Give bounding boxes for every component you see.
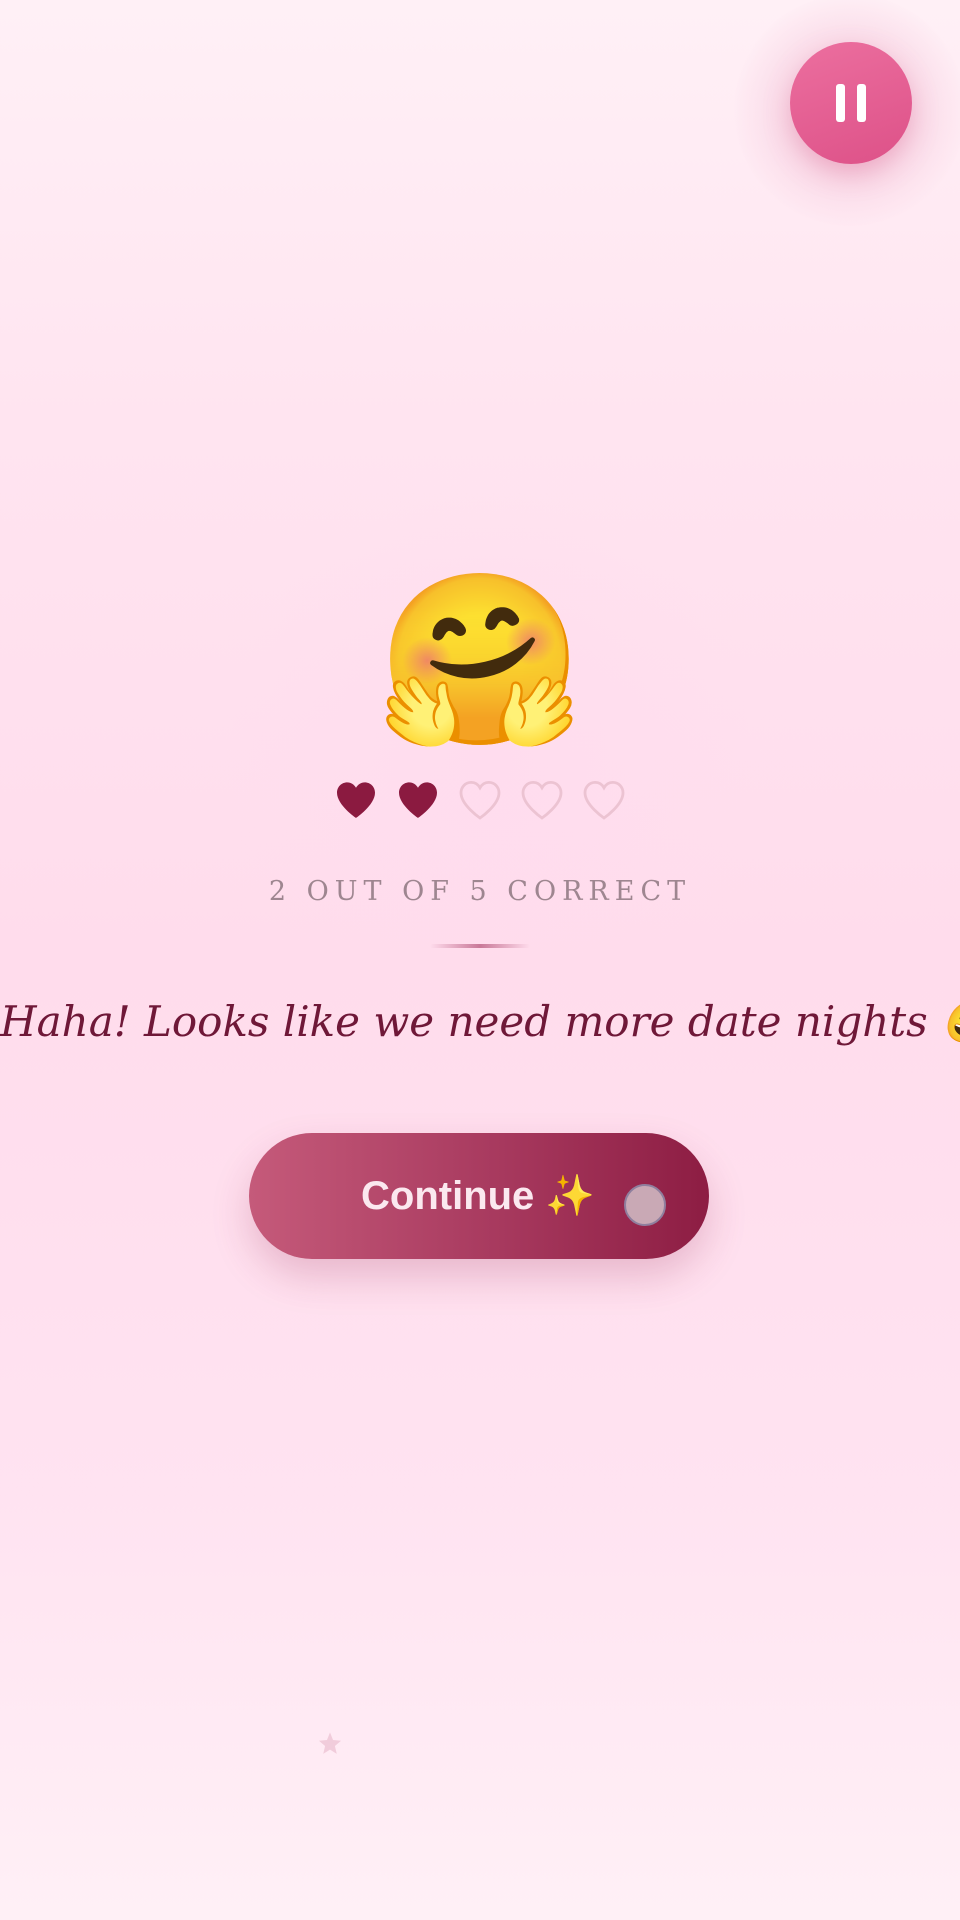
heart-empty-icon: [521, 780, 563, 820]
star-icon: [318, 1732, 342, 1754]
pause-button[interactable]: [790, 42, 912, 164]
result-emoji: 🤗: [375, 562, 585, 758]
continue-label: Continue ✨: [361, 1174, 596, 1218]
touch-indicator: [624, 1184, 666, 1226]
heart-empty-icon: [583, 780, 625, 820]
pause-icon: [836, 84, 866, 122]
heart-filled-icon: [337, 782, 375, 818]
score-hearts: [0, 776, 960, 824]
heart-filled-icon: [399, 782, 437, 818]
divider: [430, 944, 530, 948]
heart-empty-icon: [459, 780, 501, 820]
result-message: Haha! Looks like we need more date night…: [0, 997, 960, 1046]
score-text: 2 OUT OF 5 CORRECT: [268, 876, 692, 907]
continue-button[interactable]: Continue ✨: [249, 1133, 709, 1259]
